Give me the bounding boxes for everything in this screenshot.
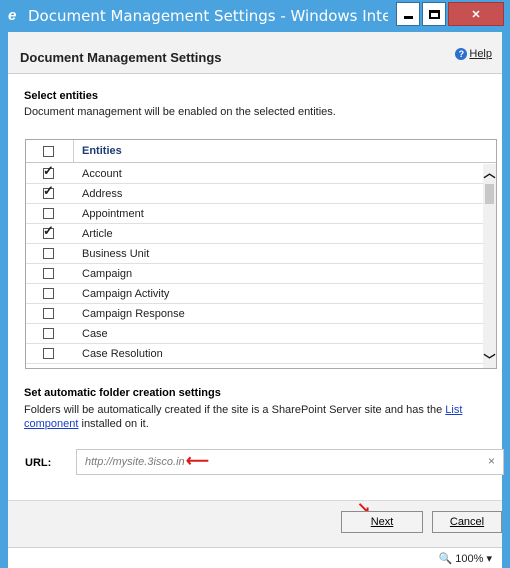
entity-label: Campaign Response bbox=[82, 308, 185, 320]
entity-label: Account bbox=[82, 168, 122, 180]
minimize-button[interactable] bbox=[396, 2, 420, 26]
entity-label: Address bbox=[82, 188, 123, 200]
minimize-icon bbox=[403, 15, 413, 19]
url-value: http://mysite.3isco.in bbox=[85, 456, 185, 468]
folder-settings-description: Folders will be automatically created if… bbox=[24, 403, 494, 431]
dialog-header: Document Management Settings ? Help bbox=[8, 32, 502, 74]
list-item[interactable]: ✓ Article bbox=[26, 224, 484, 244]
list-item[interactable]: Campaign bbox=[26, 264, 484, 284]
zoom-dropdown-icon[interactable]: ▾ bbox=[486, 553, 492, 565]
checkmark-icon: ✓ bbox=[43, 183, 54, 198]
annotation-arrow-left-icon: ⟵ bbox=[186, 453, 209, 470]
list-scrollbar[interactable]: ︿ ﹀ bbox=[483, 164, 496, 368]
window-title: Document Management Settings - Windows I… bbox=[28, 7, 388, 25]
url-input[interactable]: http://mysite.3isco.in × bbox=[76, 449, 504, 475]
entity-label: Appointment bbox=[82, 208, 144, 220]
entities-rows: ✓ Account ✓ Address Appointment ✓ Article Busin… bbox=[26, 164, 484, 369]
page-title: Document Management Settings bbox=[20, 50, 222, 65]
checkmark-icon: ✓ bbox=[43, 223, 54, 238]
help-icon: ? bbox=[455, 48, 468, 60]
help-link[interactable]: ? Help bbox=[455, 48, 492, 60]
next-button[interactable]: Next bbox=[341, 511, 423, 533]
maximize-icon bbox=[428, 9, 440, 19]
browser-window: e Document Management Settings - Windows… bbox=[0, 0, 510, 568]
entity-checkbox[interactable] bbox=[43, 328, 54, 339]
scroll-down-icon[interactable]: ﹀ bbox=[483, 351, 496, 368]
entities-column-header: Entities bbox=[82, 145, 122, 157]
entity-label: Case Resolution bbox=[82, 348, 163, 360]
list-item[interactable]: Business Unit bbox=[26, 244, 484, 264]
folder-settings-heading: Set automatic folder creation settings bbox=[24, 387, 221, 399]
cancel-button[interactable]: Cancel bbox=[432, 511, 502, 533]
entity-checkbox[interactable] bbox=[43, 268, 54, 279]
folder-desc-prefix: Folders will be automatically created if… bbox=[24, 404, 446, 416]
entity-checkbox[interactable] bbox=[43, 368, 54, 369]
entity-checkbox[interactable] bbox=[43, 208, 54, 219]
entity-checkbox[interactable] bbox=[43, 248, 54, 259]
scroll-up-icon[interactable]: ︿ bbox=[483, 164, 496, 182]
zoom-level: 100% bbox=[455, 553, 484, 565]
entity-checkbox[interactable]: ✓ bbox=[43, 164, 54, 179]
cancel-label: Cancel bbox=[449, 516, 485, 528]
list-item[interactable]: Campaign Activity bbox=[26, 284, 484, 304]
close-icon: ✕ bbox=[471, 8, 481, 21]
list-item[interactable]: ✓ Address bbox=[26, 184, 484, 204]
checkmark-icon: ✓ bbox=[43, 163, 54, 178]
maximize-button[interactable] bbox=[422, 2, 446, 26]
title-bar[interactable]: e Document Management Settings - Windows… bbox=[0, 0, 510, 32]
help-label: Help bbox=[469, 48, 492, 60]
select-all-checkbox[interactable] bbox=[43, 146, 54, 157]
dialog-footer bbox=[8, 500, 502, 549]
list-item[interactable]: Case bbox=[26, 324, 484, 344]
list-item[interactable]: Competitor bbox=[26, 364, 484, 369]
list-item[interactable]: Appointment bbox=[26, 204, 484, 224]
list-item[interactable]: Case Resolution bbox=[26, 344, 484, 364]
list-item[interactable]: ✓ Account bbox=[26, 164, 484, 184]
select-entities-heading: Select entities bbox=[24, 90, 98, 102]
entity-label: Case bbox=[82, 328, 108, 340]
clear-icon[interactable]: × bbox=[488, 454, 495, 468]
close-button[interactable]: ✕ bbox=[448, 2, 504, 26]
folder-desc-suffix: installed on it. bbox=[78, 418, 149, 430]
entities-list-header: Entities bbox=[26, 140, 496, 163]
internet-explorer-icon: e bbox=[8, 7, 17, 24]
entity-checkbox[interactable] bbox=[43, 348, 54, 359]
entity-label: Campaign Activity bbox=[82, 288, 170, 300]
entity-checkbox[interactable] bbox=[43, 308, 54, 319]
entity-checkbox[interactable]: ✓ bbox=[43, 224, 54, 239]
entity-checkbox[interactable] bbox=[43, 288, 54, 299]
entity-label: Competitor bbox=[82, 368, 136, 369]
list-item[interactable]: Campaign Response bbox=[26, 304, 484, 324]
entities-list: Entities ✓ Account ✓ Address Appointment ✓ Art… bbox=[25, 139, 497, 369]
zoom-control[interactable]: 🔍 100% ▾ bbox=[439, 552, 493, 565]
entity-label: Article bbox=[82, 228, 113, 240]
entity-label: Campaign bbox=[82, 268, 133, 280]
status-bar: 🔍 100% ▾ bbox=[8, 547, 502, 568]
column-divider bbox=[73, 140, 74, 162]
scroll-thumb[interactable] bbox=[485, 184, 494, 204]
dialog-content: Document Management Settings ? Help Sele… bbox=[8, 32, 504, 568]
entity-checkbox[interactable]: ✓ bbox=[43, 184, 54, 199]
entity-label: Business Unit bbox=[82, 248, 150, 260]
next-label: Next bbox=[370, 516, 394, 528]
select-entities-description: Document management will be enabled on t… bbox=[24, 106, 336, 118]
zoom-icon: 🔍 bbox=[438, 553, 453, 565]
url-label: URL: bbox=[25, 457, 52, 469]
